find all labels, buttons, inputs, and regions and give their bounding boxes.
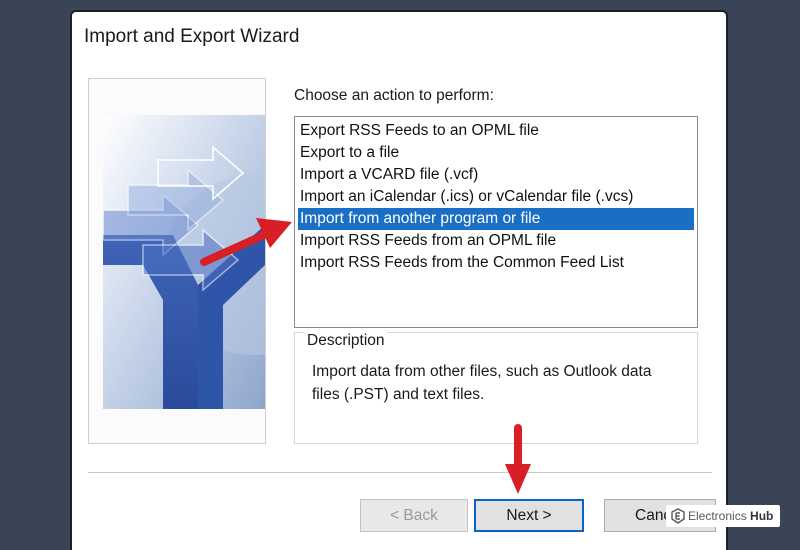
list-item-export-rss-opml[interactable]: Export RSS Feeds to an OPML file — [298, 120, 694, 142]
electronics-hub-watermark: Electronics Hub — [666, 505, 780, 527]
description-text: Import data from other files, such as Ou… — [312, 363, 652, 403]
import-export-wizard-dialog: Import and Export Wizard Choose an actio… — [70, 10, 728, 550]
action-prompt-label: Choose an action to perform: — [294, 87, 494, 104]
list-item-import-vcard[interactable]: Import a VCARD file (.vcf) — [298, 164, 694, 186]
list-item-import-from-another-program[interactable]: Import from another program or file — [298, 208, 694, 230]
watermark-brand: Electronics — [688, 509, 747, 523]
electronics-hub-logo-icon — [671, 508, 685, 524]
action-listbox[interactable]: Export RSS Feeds to an OPML file Export … — [294, 116, 698, 328]
next-button[interactable]: Next > — [474, 499, 584, 532]
red-arrow-icon — [200, 218, 292, 266]
list-item-import-icalendar[interactable]: Import an iCalendar (.ics) or vCalendar … — [298, 186, 694, 208]
back-button[interactable]: < Back — [360, 499, 468, 532]
list-item-export-to-file[interactable]: Export to a file — [298, 142, 694, 164]
list-item-import-rss-opml[interactable]: Import RSS Feeds from an OPML file — [298, 230, 694, 252]
red-arrow-icon — [505, 424, 531, 494]
window-title: Import and Export Wizard — [84, 26, 300, 47]
description-group: Description Import data from other files… — [294, 332, 698, 444]
description-legend: Description — [305, 332, 387, 350]
button-separator — [88, 472, 712, 473]
watermark-brand-suffix: Hub — [750, 509, 774, 523]
list-item-import-rss-common-feed[interactable]: Import RSS Feeds from the Common Feed Li… — [298, 252, 694, 274]
